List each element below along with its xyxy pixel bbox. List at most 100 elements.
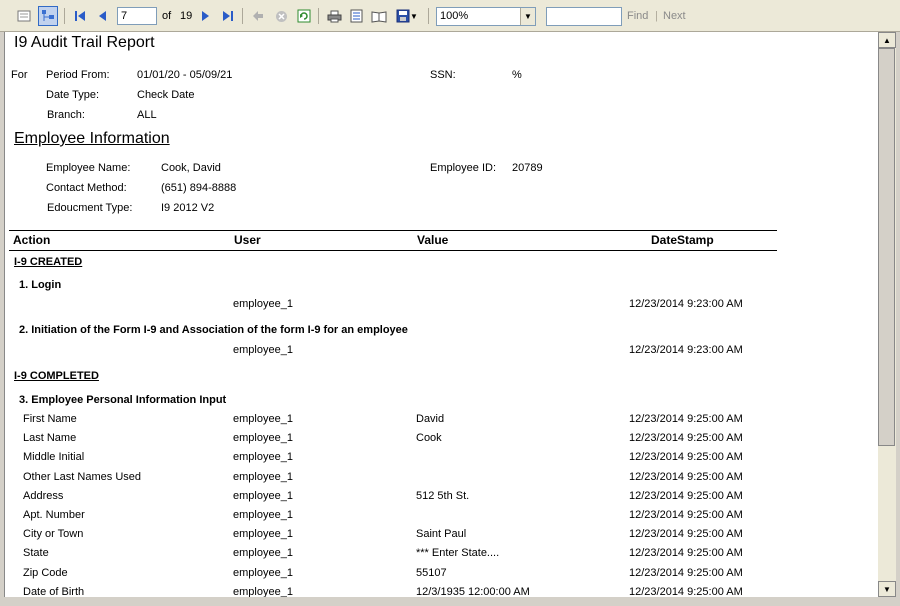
section-i9-created: I-9 CREATED (14, 256, 83, 268)
row-action: Last Name (23, 432, 77, 444)
chevron-down-icon[interactable]: ▼ (520, 8, 535, 25)
group-login-date: 12/23/2014 9:23:00 AM (629, 298, 743, 310)
row-date: 12/23/2014 9:25:00 AM (629, 586, 743, 597)
column-header-action: Action (13, 233, 51, 247)
of-label: of (162, 10, 172, 22)
find-next-link[interactable]: Next (663, 10, 686, 22)
row-user: employee_1 (233, 413, 293, 425)
row-action: Other Last Names Used (23, 471, 141, 483)
row-value: 512 5th St. (416, 490, 470, 502)
date-type-label: Date Type: (46, 89, 99, 101)
row-date: 12/23/2014 9:25:00 AM (629, 451, 743, 463)
row-action: Zip Code (23, 567, 68, 579)
report-toolbar: of 19 ▼ 100% ▼ Find | Next (0, 0, 900, 32)
document-map-icon[interactable] (38, 6, 58, 26)
group-personal-info: 3. Employee Personal Information Input (19, 394, 227, 406)
last-page-icon[interactable] (218, 6, 238, 26)
column-header-datestamp: DateStamp (651, 233, 714, 247)
toolbar-separator (428, 8, 429, 24)
row-date: 12/23/2014 9:25:00 AM (629, 528, 743, 540)
row-date: 12/23/2014 9:25:00 AM (629, 509, 743, 521)
row-user: employee_1 (233, 471, 293, 483)
group-login-user: employee_1 (233, 298, 293, 310)
print-layout-icon[interactable] (346, 6, 366, 26)
vertical-scrollbar[interactable]: ▲ ▼ (878, 32, 896, 597)
page-number-input[interactable] (117, 7, 157, 25)
toolbar-separator (64, 8, 65, 24)
row-action: First Name (23, 413, 77, 425)
row-date: 12/23/2014 9:25:00 AM (629, 490, 743, 502)
row-user: employee_1 (233, 567, 293, 579)
date-type-value: Check Date (137, 89, 195, 101)
row-value: 12/3/1935 12:00:00 AM (416, 586, 530, 597)
section-i9-completed: I-9 COMPLETED (14, 370, 99, 382)
row-user: employee_1 (233, 432, 293, 444)
report-title: I9 Audit Trail Report (14, 34, 155, 51)
row-action: Middle Initial (23, 451, 85, 463)
employee-id-value: 20789 (512, 162, 543, 174)
employee-name-label: Employee Name: (46, 162, 131, 174)
contact-label: Contact Method: (46, 182, 127, 194)
page-setup-icon[interactable] (369, 6, 389, 26)
refresh-icon[interactable] (294, 6, 314, 26)
stop-icon[interactable] (271, 6, 291, 26)
row-value: Cook (416, 432, 442, 444)
column-header-value: Value (417, 233, 449, 247)
row-value: Saint Paul (416, 528, 467, 540)
employee-section-title: Employee Information (14, 130, 170, 147)
find-link[interactable]: Find (627, 10, 648, 22)
row-action: State (23, 547, 49, 559)
prev-page-icon[interactable] (92, 6, 112, 26)
row-action: Date of Birth (23, 586, 85, 597)
row-user: employee_1 (233, 490, 293, 502)
period-label: Period From: (46, 69, 110, 81)
row-user: employee_1 (233, 547, 293, 559)
row-user: employee_1 (233, 509, 293, 521)
group-initiation-date: 12/23/2014 9:23:00 AM (629, 344, 743, 356)
row-date: 12/23/2014 9:25:00 AM (629, 547, 743, 559)
row-date: 12/23/2014 9:25:00 AM (629, 432, 743, 444)
export-dropdown-icon[interactable]: ▼ (409, 6, 419, 26)
print-icon[interactable] (324, 6, 344, 26)
scroll-up-icon[interactable]: ▲ (878, 32, 896, 48)
branch-value: ALL (137, 109, 157, 121)
zoom-value: 100% (440, 10, 469, 22)
employee-id-label: Employee ID: (430, 162, 497, 174)
first-page-icon[interactable] (70, 6, 90, 26)
row-user: employee_1 (233, 528, 293, 540)
zoom-select[interactable]: 100% ▼ (436, 7, 536, 26)
employee-name-value: Cook, David (161, 162, 221, 174)
toolbar-separator (242, 8, 243, 24)
row-date: 12/23/2014 9:25:00 AM (629, 567, 743, 579)
report-viewport: I9 Audit Trail Report For Period From: 0… (4, 32, 879, 597)
group-initiation-user: employee_1 (233, 344, 293, 356)
find-separator: | (655, 10, 658, 22)
toggle-params-icon[interactable] (14, 6, 34, 26)
row-user: employee_1 (233, 586, 293, 597)
contact-value: (651) 894-8888 (161, 182, 237, 194)
total-pages-label: 19 (180, 10, 193, 22)
ssn-value: % (512, 69, 522, 81)
ssn-label: SSN: (430, 69, 456, 81)
table-top-rule (9, 230, 777, 231)
row-date: 12/23/2014 9:25:00 AM (629, 413, 743, 425)
row-date: 12/23/2014 9:25:00 AM (629, 471, 743, 483)
row-action: City or Town (23, 528, 84, 540)
scroll-thumb[interactable] (878, 48, 895, 446)
back-icon[interactable] (248, 6, 268, 26)
branch-label: Branch: (47, 109, 85, 121)
edoc-label: Edoucment Type: (47, 202, 133, 214)
row-action: Apt. Number (23, 509, 85, 521)
row-action: Address (23, 490, 64, 502)
next-page-icon[interactable] (196, 6, 216, 26)
group-initiation: 2. Initiation of the Form I-9 and Associ… (19, 324, 408, 336)
row-value: *** Enter State.... (416, 547, 500, 559)
table-header-rule (9, 250, 777, 251)
find-input[interactable] (546, 7, 622, 26)
toolbar-separator (318, 8, 319, 24)
row-user: employee_1 (233, 451, 293, 463)
column-header-user: User (234, 233, 261, 247)
scroll-down-icon[interactable]: ▼ (878, 581, 896, 597)
group-login: 1. Login (19, 279, 62, 291)
row-value: 55107 (416, 567, 447, 579)
